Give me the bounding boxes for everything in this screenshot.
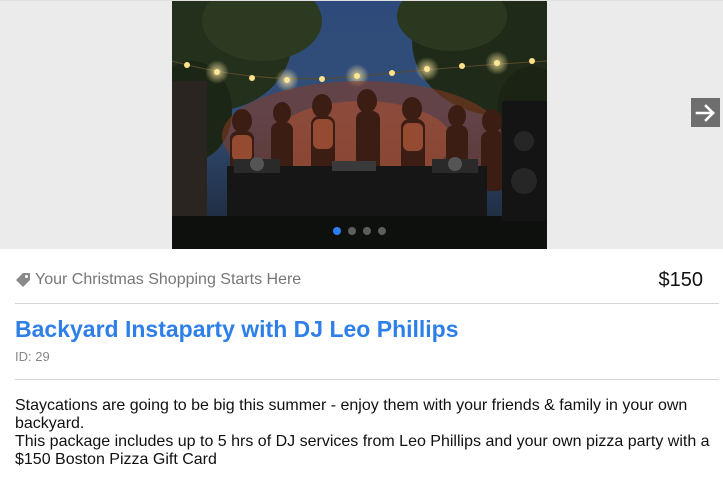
carousel-dots xyxy=(172,227,547,237)
product-id: ID: 29 xyxy=(15,349,50,364)
product-description: Staycations are going to be big this sum… xyxy=(15,397,715,469)
party-photo xyxy=(172,1,547,249)
carousel-dot-4[interactable] xyxy=(378,227,386,235)
arrow-right-icon xyxy=(695,103,715,122)
price: $150 xyxy=(658,268,704,291)
description-paragraph-2: This package includes up to 5 hrs of DJ … xyxy=(15,433,710,468)
carousel-dot-3[interactable] xyxy=(363,227,371,235)
image-carousel[interactable] xyxy=(0,0,723,249)
carousel-dot-1[interactable] xyxy=(333,227,341,235)
product-title: Backyard Instaparty with DJ Leo Phillips xyxy=(15,316,459,342)
tag-icon xyxy=(16,273,30,287)
divider xyxy=(15,303,719,304)
description-paragraph-1: Staycations are going to be big this sum… xyxy=(15,397,688,432)
carousel-next-button[interactable] xyxy=(691,98,720,127)
promo-text: Your Christmas Shopping Starts Here xyxy=(35,271,302,288)
promo-row: Your Christmas Shopping Starts Here $150 xyxy=(15,264,703,296)
divider xyxy=(15,379,719,380)
carousel-dot-2[interactable] xyxy=(348,227,356,235)
